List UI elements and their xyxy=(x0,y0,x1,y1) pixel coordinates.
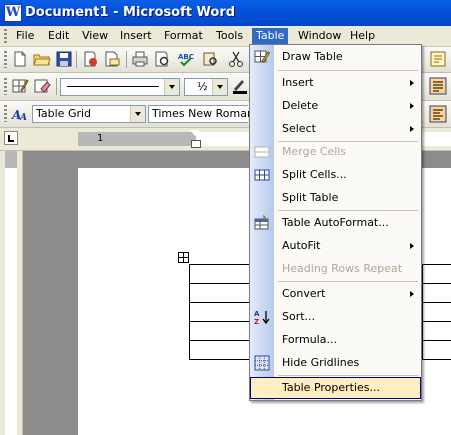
toolbar-grip[interactable] xyxy=(4,105,7,122)
submenu-arrow-icon xyxy=(410,103,414,109)
split-cells-icon xyxy=(254,167,270,183)
open-folder-icon[interactable] xyxy=(32,49,52,69)
autoformat-icon xyxy=(254,214,270,231)
line-weight-combo[interactable]: ½ xyxy=(184,78,228,96)
menu-edit[interactable]: Edit xyxy=(44,28,73,44)
menu-insert[interactable]: Insert xyxy=(116,28,156,44)
menu-format[interactable]: Format xyxy=(160,28,207,44)
menu-file[interactable]: File xyxy=(12,28,38,44)
sort-az-icon: AZ xyxy=(254,309,270,326)
menu-item-sort[interactable]: AZ Sort... xyxy=(250,306,421,328)
submenu-arrow-icon xyxy=(410,291,414,297)
menu-item-split-table[interactable]: Split Table xyxy=(250,187,421,209)
svg-text:ABC: ABC xyxy=(178,53,194,61)
eraser-icon[interactable] xyxy=(32,76,52,96)
line-weight-value: ½ xyxy=(197,80,208,93)
menu-item-autofit[interactable]: AutoFit xyxy=(250,235,421,257)
window-title: Document1 - Microsoft Word xyxy=(25,5,236,20)
spelling-icon[interactable]: ABC xyxy=(176,49,196,69)
menu-item-merge-cells: Merge Cells xyxy=(250,141,421,163)
gridlines-icon xyxy=(254,355,270,371)
email-icon[interactable] xyxy=(102,49,122,69)
title-bar[interactable]: W Document1 - Microsoft Word xyxy=(0,0,451,26)
merge-cells-icon xyxy=(254,144,270,160)
font-value: Times New Roman xyxy=(152,107,254,120)
menubar-grip[interactable] xyxy=(4,29,7,43)
menu-item-insert[interactable]: Insert xyxy=(250,72,421,94)
submenu-arrow-icon xyxy=(410,243,414,249)
menu-item-delete[interactable]: Delete xyxy=(250,95,421,117)
menu-item-split-cells[interactable]: Split Cells... xyxy=(250,164,421,186)
left-indent-marker[interactable] xyxy=(191,140,201,148)
menu-table[interactable]: Table xyxy=(252,28,289,44)
menu-item-heading-rows-repeat: Heading Rows Repeat xyxy=(282,262,403,275)
toolbar-grip[interactable] xyxy=(4,78,7,95)
menu-item-draw-table[interactable]: Draw Table xyxy=(250,46,421,68)
table-menu: Draw Table Insert Delete Select Merge Ce… xyxy=(249,44,422,401)
cut-icon[interactable] xyxy=(226,49,246,69)
vertical-ruler[interactable] xyxy=(0,151,23,435)
align-toolbar-icon[interactable] xyxy=(428,76,448,96)
menu-item-hide-gridlines[interactable]: Hide Gridlines xyxy=(250,352,421,374)
tab-selector[interactable] xyxy=(4,131,18,145)
svg-text:Z: Z xyxy=(254,318,259,325)
menu-item-convert[interactable]: Convert xyxy=(250,283,421,305)
menu-window[interactable]: Window xyxy=(294,28,345,44)
submenu-arrow-icon xyxy=(410,80,414,86)
font-combo[interactable]: Times New Roman xyxy=(148,105,254,123)
print-icon[interactable] xyxy=(130,49,150,69)
new-document-icon[interactable] xyxy=(10,49,30,69)
word-app-icon[interactable]: W xyxy=(4,4,22,22)
menu-item-table-properties[interactable]: Table Properties... xyxy=(250,377,421,399)
menu-tools[interactable]: Tools xyxy=(212,28,247,44)
menu-item-table-autoformat[interactable]: Table AutoFormat... xyxy=(250,212,421,234)
table-move-handle[interactable] xyxy=(178,252,189,263)
style-value: Table Grid xyxy=(36,107,92,120)
print-preview-icon[interactable] xyxy=(152,49,172,69)
menu-help[interactable]: Help xyxy=(346,28,379,44)
save-icon[interactable] xyxy=(54,49,74,69)
research-icon[interactable] xyxy=(200,49,220,69)
notes-icon[interactable] xyxy=(428,49,448,69)
permission-icon[interactable] xyxy=(80,49,100,69)
svg-text:A: A xyxy=(19,113,27,123)
pencil-icon xyxy=(254,49,271,65)
line-style-combo[interactable] xyxy=(60,78,180,96)
first-line-indent-marker[interactable] xyxy=(190,130,200,136)
align-left-icon[interactable] xyxy=(428,104,448,124)
styles-formatting-icon[interactable]: AA xyxy=(10,104,30,124)
submenu-arrow-icon xyxy=(410,126,414,132)
draw-table-icon[interactable] xyxy=(10,76,30,96)
style-combo[interactable]: Table Grid xyxy=(32,105,146,123)
ruler-tick-label: 1 xyxy=(97,133,104,144)
menu-view[interactable]: View xyxy=(78,28,112,44)
border-color-icon[interactable] xyxy=(230,76,250,96)
menu-item-formula[interactable]: Formula... xyxy=(250,329,421,351)
menu-item-select[interactable]: Select xyxy=(250,118,421,140)
toolbar-grip[interactable] xyxy=(4,51,7,68)
svg-text:A: A xyxy=(254,310,260,318)
